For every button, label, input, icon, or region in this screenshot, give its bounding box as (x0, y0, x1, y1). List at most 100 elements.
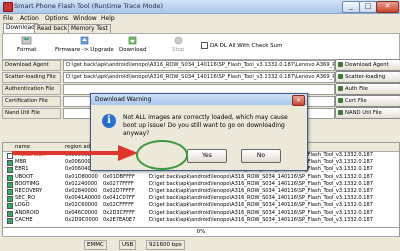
stop-label: Stop (172, 47, 185, 53)
auth-file-button[interactable]: Auth File (335, 83, 400, 95)
format-icon (21, 36, 32, 45)
cell-addr: 0x02C60000 (65, 202, 98, 209)
cell-name: UBOOT (15, 173, 34, 180)
menu-help[interactable]: Help (101, 15, 115, 22)
download-agent-button-label: Download Agent (345, 62, 389, 68)
nand-util-button-label: NAND Util File (345, 110, 382, 116)
nand-util-label: Nand Util File (2, 108, 61, 119)
cert-file-button[interactable]: Cert File (335, 95, 400, 107)
checkbox-box[interactable] (201, 42, 208, 49)
firmware-upgrade-label: Firmware -> Upgrade (55, 47, 114, 53)
info-icon: i (102, 114, 116, 128)
row-checkbox[interactable] (7, 167, 13, 174)
cell-loc: D:\get back\apk\android\lenopo\A316_ROW_… (149, 195, 373, 202)
annotation-ring (136, 140, 188, 170)
firmware-icon (80, 36, 89, 45)
table-row[interactable]: CACHE 0x2D9C0000 0x2E7EA0E7 D:\get back\apk… (3, 217, 399, 224)
nand-util-button[interactable]: NAND Util File (335, 107, 400, 119)
title-bar: Smart Phone Flash Tool (Runtime Trace Mo… (0, 0, 400, 14)
format-label: Format (17, 47, 37, 53)
cell-loc: D:\get back\apk\android\lenopo\A316_ROW_… (149, 188, 373, 194)
baud-rate: 921600 bps (146, 240, 185, 250)
cell-loc: D:\get back\apk\android\lenopo\A316_ROW_… (149, 209, 373, 216)
cell-loc: D:\get back\apk\android\lenopo\A316_ROW_… (149, 216, 373, 223)
cell-name: RECOVERY (15, 188, 43, 194)
cell-end: 0x0277FFFF (103, 180, 134, 187)
folder-icon (338, 110, 343, 115)
cell-name: ANDROID (15, 209, 40, 216)
scatter-loading-row: Scatter-loading File D:\get back\apk\and… (2, 71, 400, 83)
table-row[interactable]: ANDROID 0x046C0000 0x2D3CFFFF D:\get back\a… (3, 210, 399, 217)
cell-addr: 0x02240000 (65, 180, 98, 187)
table-row[interactable]: LOGO 0x02C60000 0x02CFFFFF D:\get back\apk\… (3, 202, 399, 210)
flash-tool-window: Smart Phone Flash Tool (Runtime Trace Mo… (0, 0, 400, 251)
download-agent-button[interactable]: Download Agent (335, 59, 400, 71)
maximize-button[interactable]: □ (359, 1, 377, 13)
yes-button[interactable]: Yes (187, 149, 227, 163)
download-icon (128, 36, 137, 45)
menu-action[interactable]: Action (20, 15, 39, 22)
table-row[interactable]: UBOOT 0x01D80000 0x01DBFFFF D:\get back\apk… (3, 174, 399, 181)
cert-file-label: Certification File (2, 96, 61, 107)
menu-file[interactable]: File (3, 15, 13, 22)
auth-file-label: Authentication File (2, 84, 61, 95)
download-agent-label: Download Agent (2, 60, 61, 71)
cell-name: LOGO (15, 202, 30, 209)
app-icon (3, 2, 13, 12)
folder-icon (338, 62, 343, 67)
cell-loc: D:\get back\apk\android\lenopo\A316_ROW_… (149, 173, 373, 180)
table-row[interactable]: SEC_RO 0x0041A0000 0x041C07FF D:\get back\a… (3, 195, 399, 203)
minimize-button[interactable]: _ (342, 1, 360, 13)
toolbar: Format Firmware -> Upgrade Download Stop… (2, 33, 400, 60)
cell-end: 0x02CFFFFF (103, 202, 134, 209)
auth-file-button-label: Auth File (345, 86, 368, 92)
cell-addr: 0x01D80000 (65, 173, 98, 180)
download-agent-row: Download Agent D:\get back\apk\android\l… (2, 59, 400, 71)
dialog-close-button[interactable]: ✕ (292, 95, 305, 106)
dialog-title-bar: Download Warning ✕ (91, 94, 307, 106)
cell-name: CACHE (15, 216, 33, 223)
cert-file-button-label: Cert File (345, 98, 367, 104)
format-button[interactable]: Format (17, 36, 36, 53)
table-row[interactable]: BOOTIMG 0x02240000 0x0277FFFF D:\get back\a… (3, 181, 399, 188)
stop-icon (174, 36, 183, 45)
cell-addr: 0x02840000 (65, 188, 98, 194)
download-agent-path[interactable]: D:\get back\apk\android\lenopo\A316_ROW_… (63, 60, 335, 71)
close-button[interactable]: ✕ (376, 1, 399, 13)
folder-icon (338, 74, 343, 79)
row-checkbox[interactable] (7, 189, 13, 195)
scatter-loading-path[interactable]: D:\get back\apk\android\lenopo\A316_ROW_… (63, 72, 335, 83)
row-checkbox[interactable] (7, 174, 13, 181)
firmware-upgrade-button[interactable]: Firmware -> Upgrade (55, 36, 114, 53)
folder-icon (338, 86, 343, 91)
cell-end: 0x02D7FFFF (103, 188, 135, 194)
row-checkbox[interactable] (7, 210, 13, 217)
da-dl-checksum-label: DA DL All With Check Sum (210, 43, 283, 49)
row-checkbox[interactable] (7, 181, 13, 188)
cell-loc: D:\get back\apk\android\lenopo\A316_ROW_… (149, 202, 373, 209)
cell-end: 0x01DBFFFF (103, 173, 135, 180)
row-checkbox[interactable] (7, 203, 13, 210)
scatter-loading-label: Scatter-loading File (2, 72, 61, 83)
row-checkbox[interactable] (7, 217, 13, 224)
menu-bar: File Action Options Window Help (0, 14, 400, 24)
cell-end: 0x2E7EA0E7 (103, 216, 136, 223)
cell-addr: 0x046C0000 (65, 209, 98, 216)
folder-icon (338, 98, 343, 103)
download-button[interactable]: Download (119, 36, 146, 53)
cell-addr: 0x2D9C0000 (65, 216, 99, 223)
dialog-title: Download Warning (95, 96, 152, 103)
scatter-loading-button[interactable]: Scatter-loading (335, 71, 400, 83)
menu-options[interactable]: Options (45, 15, 68, 22)
progress-label: 0% (196, 229, 206, 235)
annotation-arrow-icon (12, 145, 138, 161)
row-checkbox[interactable] (7, 196, 13, 203)
cell-loc: D:\get back\apk\android\lenopo\A316_ROW_… (149, 180, 373, 187)
table-row[interactable]: RECOVERY 0x02840000 0x02D7FFFF D:\get back\… (3, 188, 399, 195)
stop-button[interactable]: Stop (172, 36, 185, 53)
no-button[interactable]: No (241, 149, 281, 163)
da-dl-checksum-checkbox[interactable]: DA DL All With Check Sum (201, 42, 283, 49)
scatter-loading-button-label: Scatter-loading (345, 74, 386, 80)
menu-window[interactable]: Window (73, 15, 97, 22)
download-label: Download (119, 47, 147, 53)
